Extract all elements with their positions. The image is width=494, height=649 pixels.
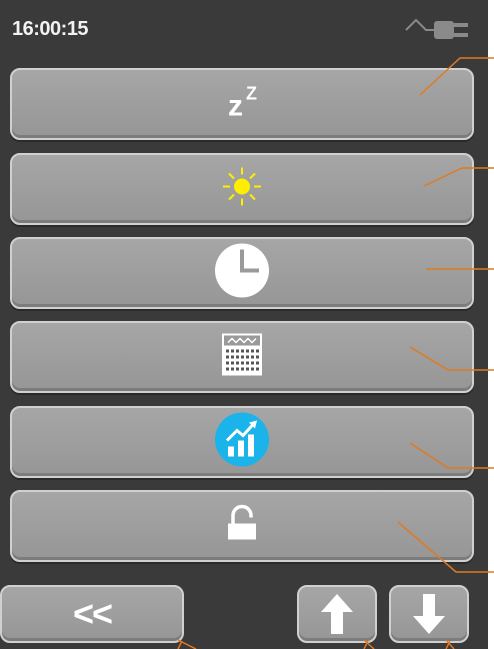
sleep-zz-icon: zZ z Z <box>224 82 264 127</box>
padlock-open-icon <box>225 504 259 549</box>
scroll-up-button[interactable] <box>297 585 377 643</box>
arrow-up-icon <box>321 594 353 634</box>
svg-text:z: z <box>228 90 243 122</box>
svg-text:Z: Z <box>246 84 257 104</box>
brightness-button[interactable] <box>10 153 474 225</box>
back-button[interactable]: << <box>0 585 184 643</box>
clock-icon <box>213 242 271 305</box>
sun-icon <box>220 165 264 214</box>
calendar-button[interactable] <box>10 321 474 393</box>
status-bar: 16:00:15 <box>0 0 488 60</box>
power-plug-icon <box>405 18 468 39</box>
device-screen: 16:00:15 zZ z Z <box>0 0 488 649</box>
statistics-button[interactable] <box>10 406 474 478</box>
back-label: << <box>72 593 113 634</box>
calendar-icon <box>220 332 264 383</box>
chart-trend-icon <box>213 411 271 474</box>
clock-time: 16:00:15 <box>12 18 89 40</box>
arrow-down-icon <box>413 594 445 634</box>
scroll-down-button[interactable] <box>389 585 469 643</box>
time-button[interactable] <box>10 237 474 309</box>
lock-button[interactable] <box>10 490 474 562</box>
sleep-button[interactable]: zZ z Z <box>10 68 474 140</box>
